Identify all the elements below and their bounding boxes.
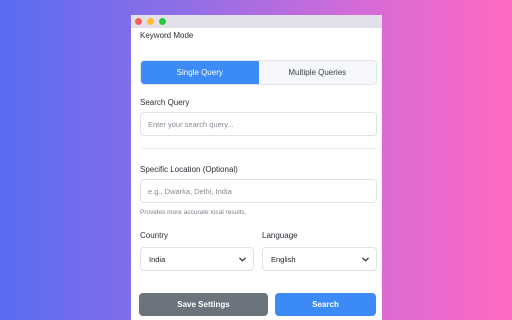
language-label: Language	[262, 231, 298, 240]
chevron-down-icon	[239, 257, 246, 261]
country-select[interactable]: India	[140, 247, 254, 271]
location-label: Specific Location (Optional)	[140, 165, 238, 174]
search-query-input[interactable]	[140, 112, 377, 136]
search-button[interactable]: Search	[275, 293, 376, 316]
extension-popup-window: Keyword Mode Single Query Multiple Queri…	[131, 15, 382, 320]
multiple-queries-tab[interactable]: Multiple Queries	[259, 61, 377, 84]
search-query-label: Search Query	[140, 98, 190, 107]
country-select-value: India	[149, 254, 166, 264]
country-label: Country	[140, 231, 169, 240]
chevron-down-icon	[362, 257, 369, 261]
language-select-value: English	[271, 254, 296, 264]
single-query-tab[interactable]: Single Query	[141, 61, 259, 84]
language-select[interactable]: English	[262, 247, 377, 271]
minimize-window-button[interactable]	[147, 18, 154, 25]
keyword-mode-label: Keyword Mode	[140, 31, 194, 40]
window-titlebar	[131, 15, 382, 28]
keyword-mode-toggle: Single Query Multiple Queries	[140, 60, 377, 85]
section-divider	[140, 148, 377, 149]
location-input[interactable]	[140, 179, 377, 203]
location-hint: Provides more accurate local results.	[140, 209, 247, 216]
save-settings-button[interactable]: Save Settings	[139, 293, 268, 316]
maximize-window-button[interactable]	[159, 18, 166, 25]
close-window-button[interactable]	[135, 18, 142, 25]
